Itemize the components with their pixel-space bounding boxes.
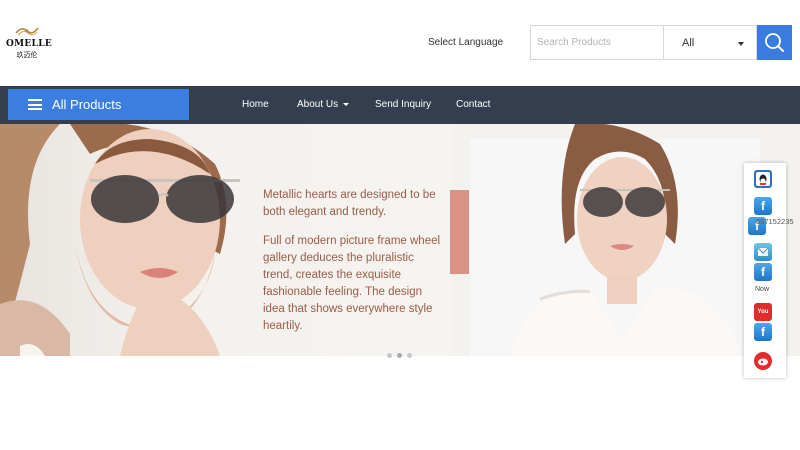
- logo-emblem-icon: [15, 27, 39, 36]
- nav-contact[interactable]: Contact: [456, 99, 490, 110]
- search-icon: [765, 33, 784, 52]
- brand-name-cn: 玖迈伦: [16, 52, 38, 59]
- nav-about-us-label: About Us: [297, 99, 339, 110]
- select-language-link[interactable]: Select Language: [428, 37, 503, 48]
- facebook-icon[interactable]: f: [754, 323, 772, 341]
- banner-paragraph-1: Metallic hearts are designed to be both …: [263, 189, 436, 218]
- nav-send-inquiry[interactable]: Send Inquiry: [375, 99, 431, 110]
- facebook-icon[interactable]: f: [754, 263, 772, 281]
- chevron-down-icon: [738, 42, 744, 46]
- all-products-button[interactable]: All Products: [8, 89, 189, 120]
- model-photo-left: [0, 124, 240, 356]
- all-products-label: All Products: [52, 97, 122, 112]
- slider-dot-2[interactable]: [397, 353, 402, 358]
- phone-number-text: 867152235: [756, 217, 794, 226]
- youtube-icon[interactable]: You: [754, 303, 772, 321]
- slider-dot-3[interactable]: [407, 353, 412, 358]
- chevron-down-icon: [343, 102, 350, 106]
- social-sidebar: f f 867152235 f Now You f: [744, 163, 794, 378]
- brand-name: OMELLE: [6, 39, 52, 49]
- banner-text: Metallic hearts are designed to be both …: [263, 187, 443, 347]
- category-select[interactable]: All: [663, 25, 757, 60]
- nav-about-us[interactable]: About Us: [297, 99, 350, 110]
- nav-home[interactable]: Home: [242, 99, 269, 110]
- facebook-icon[interactable]: f: [754, 197, 772, 215]
- brand-logo[interactable]: OMELLE 玖迈伦: [6, 24, 52, 66]
- category-select-value: All: [682, 37, 695, 49]
- slider-pagination: [387, 345, 417, 363]
- slider-dot-1[interactable]: [387, 353, 392, 358]
- now-label: Now: [755, 286, 770, 293]
- email-icon[interactable]: [754, 243, 772, 261]
- hero-banner[interactable]: Metallic hearts are designed to be both …: [0, 124, 800, 356]
- banner-paragraph-2: Full of modern picture frame wheel galle…: [263, 235, 441, 332]
- qq-icon[interactable]: [754, 170, 772, 188]
- menu-icon: [28, 99, 42, 110]
- search-input[interactable]: [530, 25, 664, 60]
- weibo-icon[interactable]: [754, 352, 772, 370]
- model-photo-right: [470, 124, 760, 356]
- banner-pink-accent: [450, 190, 469, 274]
- search-button[interactable]: [757, 25, 792, 60]
- search-bar: All: [530, 25, 792, 60]
